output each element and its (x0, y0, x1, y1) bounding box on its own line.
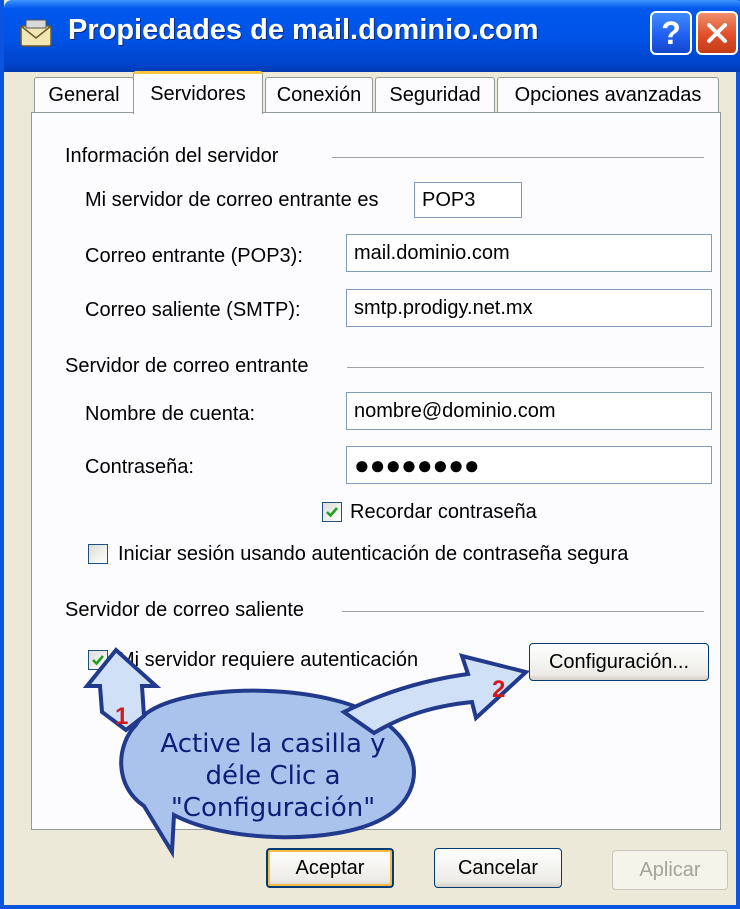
callout-line-2: déle Clic a (205, 761, 341, 791)
callout-line-3: "Configuración" (170, 793, 376, 823)
step-2-badge: 2 (492, 676, 506, 703)
callout-line-1: Active la casilla y (160, 729, 386, 759)
properties-dialog: Propiedades de mail.dominio.com ? Genera… (0, 0, 740, 909)
step-1-badge: 1 (115, 703, 129, 730)
